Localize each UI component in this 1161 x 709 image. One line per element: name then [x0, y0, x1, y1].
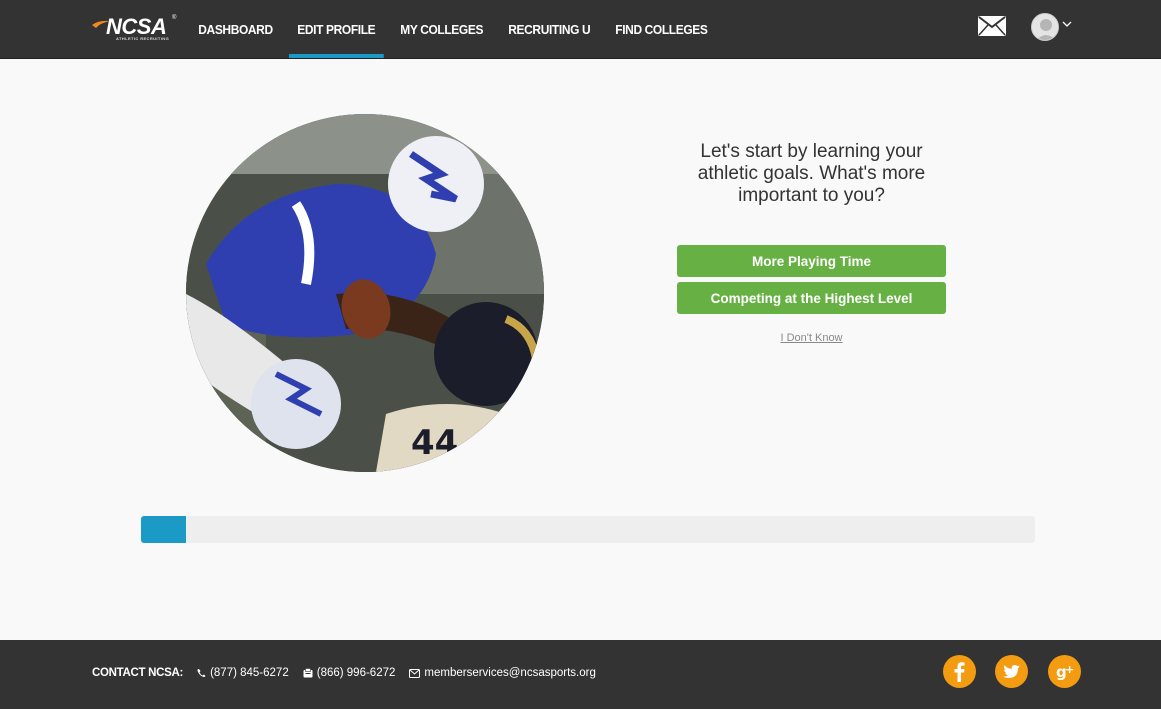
email-contact[interactable]: memberservices@ncsasports.org	[409, 667, 596, 679]
svg-text:44: 44	[411, 423, 458, 463]
main-nav: DASHBOARD EDIT PROFILE MY COLLEGES RECRU…	[190, 0, 725, 59]
progress-bar	[141, 516, 1035, 543]
google-plus-icon[interactable]: g +	[1048, 655, 1081, 688]
facebook-icon[interactable]	[943, 655, 976, 688]
more-playing-time-label: More Playing Time	[751, 253, 872, 269]
phone-number: (877) 845-6272	[210, 667, 289, 679]
nav-my-colleges[interactable]: MY COLLEGES	[392, 0, 491, 59]
google-plus-glyph: g +	[1056, 663, 1074, 681]
nav-dashboard[interactable]: DASHBOARD	[190, 0, 281, 59]
competing-highest-level-button[interactable]: Competing at the Highest Level	[677, 282, 946, 314]
competing-highest-level-label: Competing at the Highest Level	[710, 290, 913, 306]
nav-recruiting-u-label: RECRUITING U	[507, 22, 590, 37]
fax-contact[interactable]: (866) 996-6272	[303, 667, 396, 679]
nav-recruiting-u[interactable]: RECRUITING U	[500, 0, 599, 59]
fax-number: (866) 996-6272	[316, 667, 396, 679]
email-address: memberservices@ncsasports.org	[424, 667, 596, 679]
football-players-illustration: 44	[186, 114, 544, 472]
logo-subtext: ATHLETIC RECRUITING	[116, 36, 170, 41]
envelope-outline-icon	[409, 668, 421, 678]
progress-fill	[141, 516, 186, 543]
contact-info: CONTACT NCSA: (877) 845-6272 (866) 996-6…	[92, 666, 610, 680]
twitter-glyph	[1003, 665, 1020, 678]
fax-icon	[303, 668, 313, 678]
top-navigation-bar: NCSA ® ATHLETIC RECRUITING DASHBOARD EDI…	[0, 0, 1161, 59]
contact-label: CONTACT NCSA:	[92, 667, 184, 679]
facebook-glyph	[954, 662, 965, 682]
nav-edit-profile[interactable]: EDIT PROFILE	[288, 0, 384, 59]
football-players-image: 44	[186, 114, 544, 472]
user-silhouette-icon	[1036, 19, 1056, 40]
more-playing-time-button[interactable]: More Playing Time	[677, 245, 946, 277]
nav-my-colleges-label: MY COLLEGES	[399, 22, 483, 37]
svg-text:+: +	[1065, 663, 1074, 676]
nav-edit-profile-label: EDIT PROFILE	[297, 22, 376, 37]
nav-dashboard-label: DASHBOARD	[198, 22, 273, 37]
phone-icon	[197, 669, 206, 677]
nav-find-colleges[interactable]: FIND COLLEGES	[607, 0, 716, 59]
dont-know-link[interactable]: I Don't Know	[677, 332, 946, 344]
ncsa-logo[interactable]: NCSA ® ATHLETIC RECRUITING	[92, 14, 178, 42]
envelope-icon[interactable]	[977, 15, 1007, 37]
phone-contact[interactable]: (877) 845-6272	[197, 667, 289, 679]
footer: CONTACT NCSA: (877) 845-6272 (866) 996-6…	[0, 640, 1161, 709]
twitter-icon[interactable]	[995, 655, 1028, 688]
goal-question: Let's start by learning your athletic go…	[697, 141, 926, 206]
avatar[interactable]	[1031, 13, 1059, 41]
logo-trademark: ®	[172, 15, 177, 21]
nav-find-colleges-label: FIND COLLEGES	[615, 22, 708, 37]
chevron-down-icon[interactable]	[1062, 20, 1072, 28]
